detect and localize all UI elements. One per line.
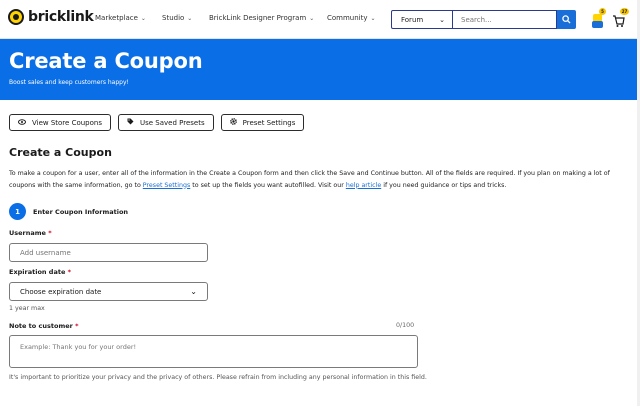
label-text: Note to customer	[9, 322, 73, 330]
button-label: Preset Settings	[242, 118, 296, 127]
action-buttons: View Store Coupons Use Saved Presets Pre…	[9, 114, 311, 131]
hero-banner: Create a Coupon Boost sales and keep cus…	[0, 39, 637, 100]
intro-text: To make a coupon for a user, enter all o…	[9, 168, 629, 191]
note-label: Note to customer *	[9, 322, 79, 330]
chevron-down-icon: ⌄	[187, 14, 193, 22]
chevron-down-icon: ⌄	[190, 287, 197, 296]
search-icon	[562, 15, 571, 24]
username-label: Username *	[9, 229, 52, 237]
use-saved-presets-button[interactable]: Use Saved Presets	[117, 114, 214, 131]
intro-text-part: if you need guidance or tips and tricks.	[381, 181, 507, 189]
note-textarea[interactable]	[9, 335, 418, 368]
top-nav: bricklink Marketplace ⌄ Studio ⌄ BrickLink…	[0, 0, 640, 39]
label-text: Username	[9, 229, 46, 237]
step-number: 1	[9, 203, 26, 220]
nav-item-label: Community	[327, 14, 368, 22]
expiration-hint: 1 year max	[9, 305, 45, 312]
page-subtitle: Boost sales and keep customers happy!	[9, 79, 129, 86]
help-article-link[interactable]: help article	[346, 182, 381, 189]
privacy-note: It's important to prioritize your privac…	[9, 374, 427, 381]
chevron-down-icon: ⌄	[140, 14, 146, 22]
search-button[interactable]	[557, 10, 576, 29]
expiration-label: Expiration date *	[9, 268, 71, 276]
search-scope-value: Forum	[401, 15, 424, 24]
view-store-coupons-button[interactable]: View Store Coupons	[9, 114, 111, 131]
chevron-down-icon: ⌄	[309, 14, 315, 22]
section-title: Create a Coupon	[9, 146, 112, 159]
expiration-date-select[interactable]: Choose expiration date ⌄	[9, 282, 208, 301]
nav-item-label: Studio	[162, 14, 185, 22]
nav-studio[interactable]: Studio ⌄	[162, 14, 192, 22]
required-mark: *	[75, 322, 79, 330]
chevron-down-icon: ⌄	[439, 15, 445, 24]
note-char-counter: 0/100	[396, 322, 415, 329]
search-scope-select[interactable]: Forum ⌄	[391, 10, 453, 29]
avatar-icon	[592, 14, 603, 28]
label-text: Expiration date	[9, 268, 66, 276]
cart-count-badge: 27	[620, 8, 629, 15]
logo-text: bricklink	[28, 9, 94, 25]
required-mark: *	[67, 268, 72, 276]
cart-icon	[613, 15, 625, 27]
required-mark: *	[48, 229, 52, 237]
button-label: View Store Coupons	[32, 118, 102, 127]
user-avatar[interactable]: 5	[591, 8, 606, 28]
step-label: Enter Coupon Information	[33, 207, 129, 216]
step-header: 1 Enter Coupon Information	[9, 203, 128, 220]
nav-item-label: Marketplace	[95, 14, 138, 22]
cart-button[interactable]: 27	[612, 8, 629, 27]
intro-text-part: to set up the fields you want autofilled…	[190, 181, 346, 189]
gear-icon	[229, 118, 237, 127]
tag-icon	[127, 118, 134, 127]
nav-designer-program[interactable]: BrickLink Designer Program ⌄	[209, 14, 314, 22]
username-input[interactable]	[9, 243, 208, 262]
nav-community[interactable]: Community ⌄	[327, 14, 376, 22]
preset-settings-link[interactable]: Preset Settings	[143, 182, 190, 189]
nav-item-label: BrickLink Designer Program	[209, 14, 307, 22]
logo-icon	[8, 9, 24, 25]
preset-settings-button[interactable]: Preset Settings	[220, 114, 305, 131]
nav-marketplace[interactable]: Marketplace ⌄	[95, 14, 146, 22]
page-title: Create a Coupon	[9, 49, 203, 73]
bricklink-logo[interactable]: bricklink	[8, 9, 94, 25]
select-value: Choose expiration date	[20, 287, 102, 296]
notification-badge: 5	[599, 8, 606, 15]
button-label: Use Saved Presets	[139, 118, 205, 127]
search-input[interactable]	[453, 10, 557, 29]
eye-icon	[18, 118, 26, 127]
chevron-down-icon: ⌄	[370, 14, 376, 22]
